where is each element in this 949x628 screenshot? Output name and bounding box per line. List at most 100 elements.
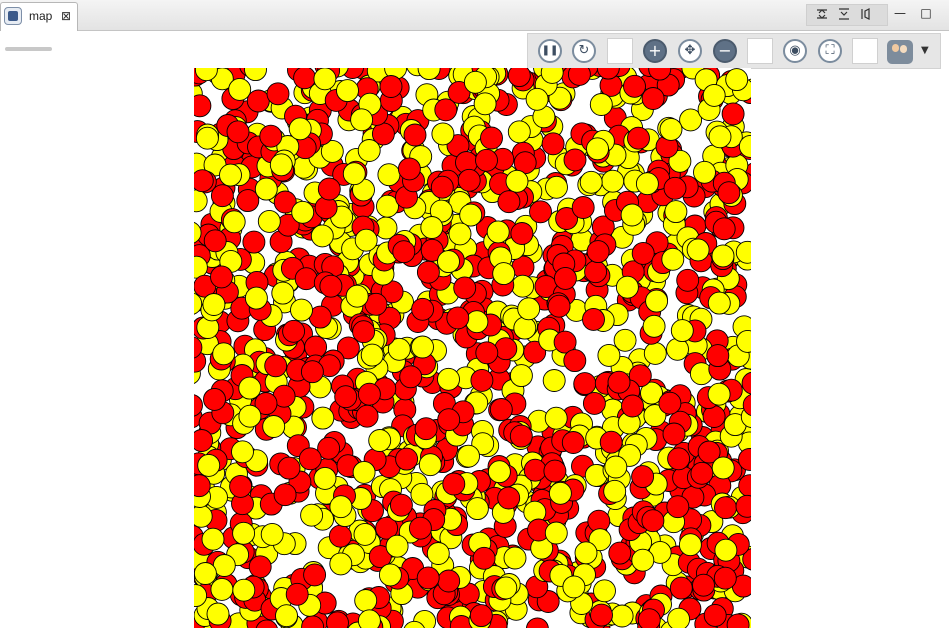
- red-agent: [246, 89, 270, 113]
- minimize-icon[interactable]: —: [892, 5, 908, 21]
- yellow-agent: [262, 415, 286, 438]
- yellow-agent: [300, 503, 324, 527]
- red-agent: [586, 240, 610, 264]
- red-agent: [608, 541, 632, 565]
- red-agent: [408, 516, 432, 540]
- yellow-agent: [238, 376, 262, 400]
- red-agent: [475, 148, 498, 172]
- maximize-icon[interactable]: □: [918, 5, 934, 21]
- red-agent: [706, 344, 730, 368]
- yellow-agent: [212, 342, 236, 366]
- red-agent: [666, 495, 690, 519]
- yellow-agent: [313, 68, 337, 91]
- red-agent: [442, 472, 466, 496]
- red-agent: [641, 87, 665, 110]
- zoom-fit-button[interactable]: ✥: [678, 39, 702, 63]
- red-agent: [203, 387, 226, 411]
- yellow-agent: [275, 604, 298, 628]
- yellow-agent: [228, 77, 252, 101]
- tab-map[interactable]: map ⊠: [0, 2, 78, 31]
- red-agent: [713, 566, 737, 590]
- yellow-agent: [345, 284, 369, 308]
- red-agent: [621, 394, 644, 418]
- color-swatch-2[interactable]: [747, 38, 773, 64]
- red-agent: [285, 582, 309, 606]
- red-agent: [264, 354, 288, 378]
- yellow-agent: [643, 341, 667, 365]
- red-agent: [430, 175, 454, 199]
- yellow-agent: [664, 200, 688, 224]
- red-agent: [229, 474, 253, 498]
- pin-all-icon[interactable]: [837, 8, 851, 22]
- yellow-agent: [310, 224, 334, 248]
- yellow-agent: [465, 497, 489, 521]
- red-agent: [357, 382, 381, 406]
- red-agent: [411, 297, 435, 321]
- yellow-agent: [350, 108, 374, 132]
- fullscreen-button[interactable]: ⛶: [818, 39, 842, 63]
- zoom-out-button[interactable]: −: [713, 39, 737, 63]
- yellow-agent: [707, 291, 731, 315]
- color-swatch-3[interactable]: [852, 38, 878, 64]
- pin-icon[interactable]: [815, 8, 829, 22]
- red-agent: [397, 157, 421, 181]
- yellow-agent: [635, 172, 659, 196]
- app-window: map ⊠ — □ ❚❚ ↻ + ✥ − ◉ ⛶ ▼: [0, 0, 949, 628]
- red-agent: [627, 126, 650, 150]
- yellow-agent: [505, 169, 529, 193]
- red-agent: [282, 319, 306, 343]
- yellow-agent: [513, 316, 537, 340]
- red-agent: [259, 124, 283, 148]
- red-agent: [662, 422, 686, 446]
- yellow-agent: [487, 460, 511, 484]
- yellow-agent: [219, 163, 242, 187]
- red-agent: [690, 461, 714, 485]
- close-icon[interactable]: ⊠: [61, 9, 71, 23]
- yellow-agent: [714, 538, 738, 562]
- pause-icon: ❚❚: [541, 45, 559, 56]
- yellow-agent: [670, 319, 694, 343]
- yellow-agent: [593, 579, 616, 603]
- yellow-agent: [492, 262, 516, 286]
- red-agent: [525, 617, 549, 628]
- red-agent: [590, 603, 613, 627]
- dock-icon[interactable]: [859, 8, 873, 22]
- map-display[interactable]: [194, 68, 751, 628]
- yellow-agent: [269, 153, 293, 177]
- red-agent: [434, 98, 458, 122]
- yellow-agent: [437, 367, 460, 391]
- yellow-agent: [195, 126, 219, 150]
- red-agent: [319, 274, 343, 298]
- yellow-agent: [678, 533, 702, 557]
- zoom-in-button[interactable]: +: [643, 39, 667, 63]
- yellow-agent: [473, 92, 497, 116]
- yellow-agent: [201, 527, 225, 551]
- red-agent: [669, 576, 693, 600]
- yellow-agent: [711, 456, 735, 480]
- red-agent: [721, 102, 745, 126]
- yellow-agent: [603, 479, 627, 503]
- pause-button[interactable]: ❚❚: [538, 39, 562, 63]
- red-agent: [293, 68, 317, 90]
- dropdown-arrow-icon[interactable]: ▼: [921, 45, 929, 56]
- agents-icon[interactable]: [887, 40, 913, 64]
- yellow-agent: [254, 177, 278, 201]
- red-agent: [472, 546, 496, 570]
- red-agent: [294, 267, 318, 291]
- color-swatch-1[interactable]: [607, 38, 633, 64]
- yellow-agent: [693, 160, 716, 184]
- yellow-agent: [542, 369, 566, 392]
- yellow-agent: [511, 274, 535, 298]
- yellow-agent: [313, 466, 337, 490]
- red-agent: [248, 555, 272, 579]
- simulation-progress-slider[interactable]: [5, 47, 52, 51]
- yellow-agent: [661, 247, 685, 271]
- refresh-button[interactable]: ↻: [572, 39, 596, 63]
- red-agent: [437, 408, 461, 432]
- snapshot-button[interactable]: ◉: [783, 39, 807, 63]
- yellow-agent: [329, 552, 353, 576]
- red-agent: [437, 569, 461, 593]
- view-controls: [806, 4, 888, 26]
- map-canvas[interactable]: [194, 68, 751, 628]
- zoom-out-icon: −: [718, 41, 732, 60]
